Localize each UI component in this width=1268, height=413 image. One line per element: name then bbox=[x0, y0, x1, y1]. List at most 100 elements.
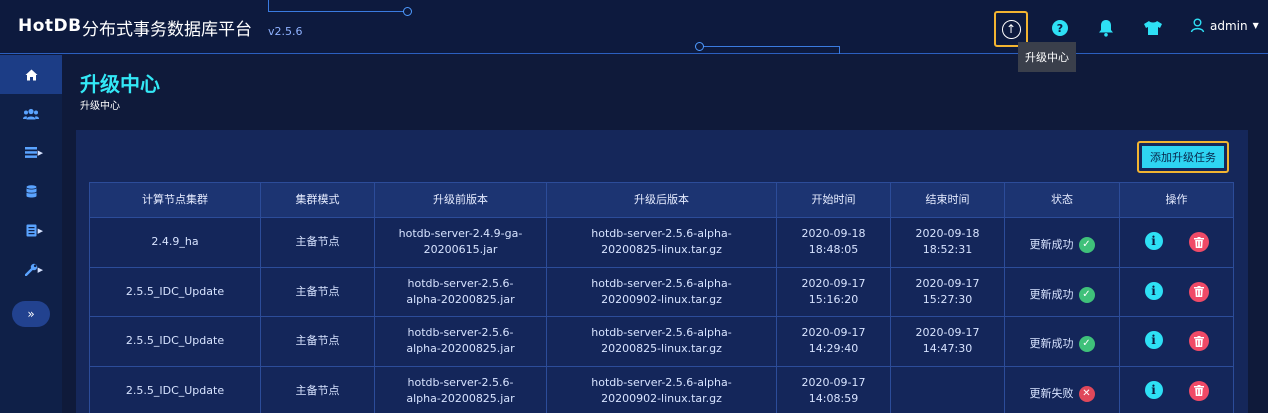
svg-text:?: ? bbox=[1057, 22, 1063, 35]
chevron-right-icon: ▶ bbox=[37, 226, 43, 235]
logo: HotDB bbox=[18, 16, 82, 36]
column-header: 开始时间 bbox=[776, 182, 891, 218]
page-title: 升级中心 bbox=[80, 72, 160, 96]
user-icon bbox=[1190, 18, 1205, 33]
app-title: 分布式事务数据库平台 bbox=[82, 20, 252, 40]
end-time-cell: 2020-09-17 15:27:30 bbox=[890, 266, 1005, 317]
sidebar-item-tools[interactable]: ▶ bbox=[0, 250, 62, 289]
delete-icon[interactable] bbox=[1188, 380, 1209, 401]
table-row: 2.5.5_IDC_Update 主备节点 hotdb-server-2.5.6… bbox=[89, 266, 1234, 317]
cluster-cell: 2.5.5_IDC_Update bbox=[89, 316, 261, 367]
table-row: 2.5.5_IDC_Update 主备节点 hotdb-server-2.5.6… bbox=[89, 316, 1234, 367]
after-version-cell: hotdb-server-2.5.6-alpha-20200902-linux.… bbox=[546, 365, 777, 413]
actions-cell: i bbox=[1119, 266, 1234, 317]
column-header: 集群模式 bbox=[260, 182, 375, 218]
mode-cell: 主备节点 bbox=[260, 316, 375, 367]
start-time-cell: 2020-09-18 18:48:05 bbox=[776, 217, 891, 268]
header-decoration bbox=[268, 0, 412, 16]
actions-cell: i bbox=[1119, 365, 1234, 413]
before-version-cell: hotdb-server-2.5.6-alpha-20200825.jar bbox=[374, 365, 547, 413]
after-version-cell: hotdb-server-2.5.6-alpha-20200825-linux.… bbox=[546, 217, 777, 268]
sidebar-collapse-button[interactable]: » bbox=[12, 301, 50, 327]
status-cell: 更新成功 ✓ bbox=[1004, 266, 1120, 317]
bell-icon bbox=[1099, 20, 1113, 37]
arrow-up-icon: ↑ bbox=[1001, 19, 1021, 39]
sidebar: ▶ ▶ ▶ » bbox=[0, 55, 62, 413]
delete-icon[interactable] bbox=[1188, 281, 1209, 302]
cluster-cell: 2.5.5_IDC_Update bbox=[89, 365, 261, 413]
mode-cell: 主备节点 bbox=[260, 365, 375, 413]
end-time-cell: 2020-09-18 18:52:31 bbox=[890, 217, 1005, 268]
column-header: 结束时间 bbox=[890, 182, 1005, 218]
column-header: 计算节点集群 bbox=[89, 182, 261, 218]
sidebar-item-list[interactable]: ▶ bbox=[0, 133, 62, 172]
breadcrumb: 升级中心 bbox=[80, 101, 120, 112]
start-time-cell: 2020-09-17 14:29:40 bbox=[776, 316, 891, 367]
sidebar-item-database[interactable] bbox=[0, 172, 62, 211]
database-icon bbox=[25, 185, 37, 198]
wrench-icon bbox=[24, 263, 37, 276]
delete-icon[interactable] bbox=[1188, 331, 1209, 352]
help-button[interactable]: ? bbox=[1044, 12, 1076, 44]
after-version-cell: hotdb-server-2.5.6-alpha-20200825-linux.… bbox=[546, 316, 777, 367]
users-icon bbox=[23, 108, 39, 119]
delete-icon[interactable] bbox=[1188, 232, 1209, 253]
top-header: HotDB 分布式事务数据库平台 v2.5.6 ↑ ? admin ▼ bbox=[0, 0, 1268, 54]
table-row: 2.4.9_ha 主备节点 hotdb-server-2.4.9-ga-2020… bbox=[89, 217, 1234, 268]
table-header-row: 计算节点集群 集群模式 升级前版本 升级后版本 开始时间 结束时间 状态 操作 bbox=[89, 182, 1234, 218]
info-icon[interactable]: i bbox=[1144, 281, 1163, 300]
tooltip: 升级中心 bbox=[1018, 42, 1076, 72]
add-upgrade-task-label: 添加升级任务 bbox=[1142, 146, 1224, 168]
before-version-cell: hotdb-server-2.5.6-alpha-20200825.jar bbox=[374, 266, 547, 317]
user-menu[interactable]: admin ▼ bbox=[1190, 18, 1259, 33]
end-time-cell: 2020-09-17 14:47:30 bbox=[890, 316, 1005, 367]
column-header: 升级后版本 bbox=[546, 182, 777, 218]
sidebar-item-home[interactable] bbox=[0, 55, 62, 94]
document-icon bbox=[26, 224, 36, 237]
help-icon: ? bbox=[1052, 20, 1068, 36]
before-version-cell: hotdb-server-2.5.6-alpha-20200825.jar bbox=[374, 316, 547, 367]
tshirt-icon bbox=[1144, 21, 1162, 35]
start-time-cell: 2020-09-17 15:16:20 bbox=[776, 266, 891, 317]
add-upgrade-task-button[interactable]: 添加升级任务 bbox=[1137, 141, 1229, 173]
mode-cell: 主备节点 bbox=[260, 217, 375, 268]
actions-cell: i bbox=[1119, 217, 1234, 268]
status-cell: 更新失败 ✕ bbox=[1004, 365, 1120, 413]
status-text: 更新失败 bbox=[1029, 386, 1074, 400]
status-text: 更新成功 bbox=[1029, 287, 1074, 301]
status-text: 更新成功 bbox=[1029, 238, 1074, 252]
check-icon: ✓ bbox=[1078, 336, 1095, 353]
table-row: 2.5.5_IDC_Update 主备节点 hotdb-server-2.5.6… bbox=[89, 365, 1234, 413]
theme-button[interactable] bbox=[1137, 12, 1169, 44]
chevron-down-icon: ▼ bbox=[1252, 21, 1259, 30]
list-icon bbox=[25, 147, 37, 158]
cluster-cell: 2.4.9_ha bbox=[89, 217, 261, 268]
end-time-cell bbox=[890, 365, 1005, 413]
header-decoration bbox=[695, 42, 840, 54]
info-icon[interactable]: i bbox=[1144, 232, 1163, 251]
before-version-cell: hotdb-server-2.4.9-ga-20200615.jar bbox=[374, 217, 547, 268]
mode-cell: 主备节点 bbox=[260, 266, 375, 317]
info-icon[interactable]: i bbox=[1144, 331, 1163, 350]
username: admin bbox=[1210, 18, 1248, 33]
notifications-button[interactable] bbox=[1090, 12, 1122, 44]
chevron-right-icon: ▶ bbox=[37, 265, 43, 274]
sidebar-item-users[interactable] bbox=[0, 94, 62, 133]
chevron-right-icon: ▶ bbox=[37, 148, 43, 157]
start-time-cell: 2020-09-17 14:08:59 bbox=[776, 365, 891, 413]
check-icon: ✓ bbox=[1078, 286, 1095, 303]
upgrade-table: 计算节点集群 集群模式 升级前版本 升级后版本 开始时间 结束时间 状态 操作 … bbox=[89, 182, 1234, 413]
version-label: v2.5.6 bbox=[268, 25, 303, 38]
column-header: 升级前版本 bbox=[374, 182, 547, 218]
sidebar-item-document[interactable]: ▶ bbox=[0, 211, 62, 250]
status-cell: 更新成功 ✓ bbox=[1004, 217, 1120, 268]
check-icon: ✓ bbox=[1078, 237, 1095, 254]
column-header: 状态 bbox=[1004, 182, 1120, 218]
column-header: 操作 bbox=[1119, 182, 1234, 218]
after-version-cell: hotdb-server-2.5.6-alpha-20200902-linux.… bbox=[546, 266, 777, 317]
info-icon[interactable]: i bbox=[1144, 380, 1163, 399]
actions-cell: i bbox=[1119, 316, 1234, 367]
cluster-cell: 2.5.5_IDC_Update bbox=[89, 266, 261, 317]
status-text: 更新成功 bbox=[1029, 337, 1074, 351]
status-cell: 更新成功 ✓ bbox=[1004, 316, 1120, 367]
